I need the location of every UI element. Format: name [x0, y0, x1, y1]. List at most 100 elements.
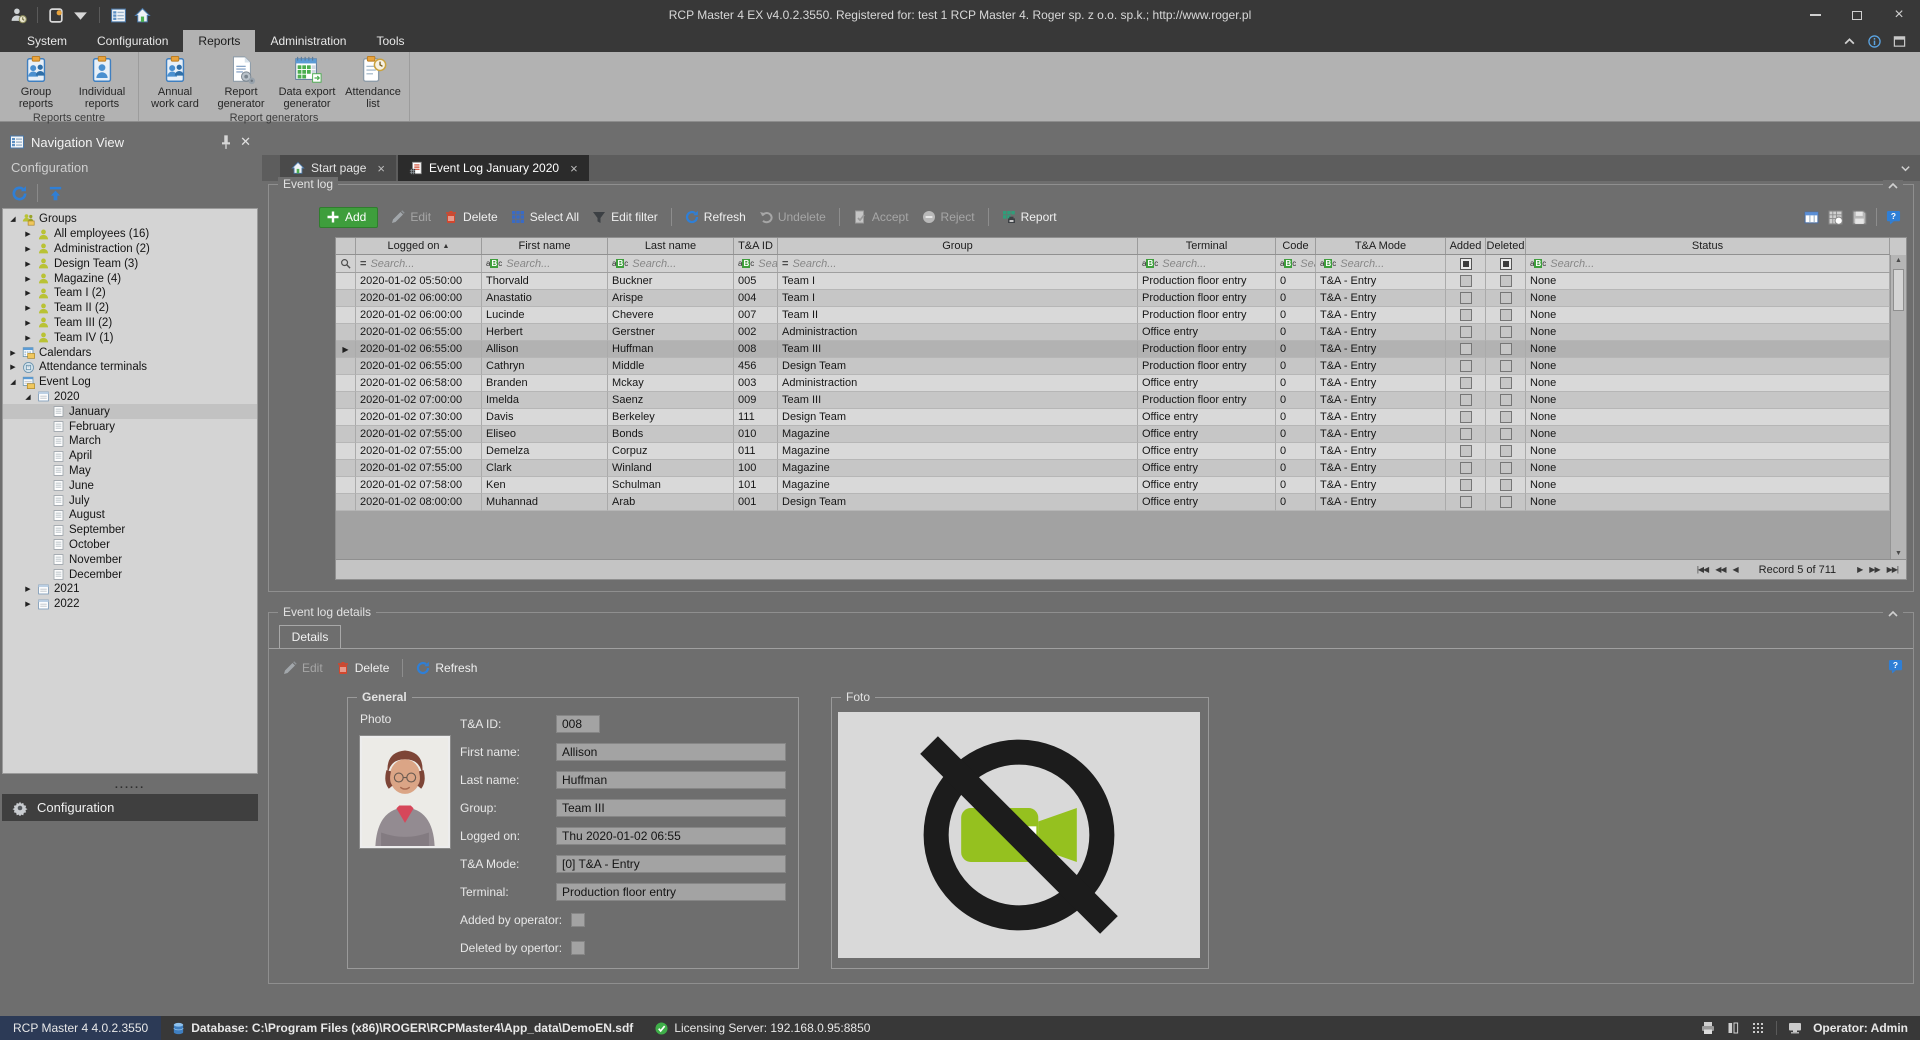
tree-expander-icon[interactable]: ▶ [23, 600, 33, 608]
user-clock-icon[interactable] [10, 7, 27, 24]
filter-cell-status[interactable]: aBcSearch... [1526, 255, 1890, 272]
field-checkbox[interactable] [571, 941, 585, 955]
row-checkbox[interactable] [1460, 411, 1472, 423]
table-row[interactable]: ▶2020-01-02 06:55:00AllisonHuffman008Tea… [336, 341, 1890, 358]
tree-item-groups[interactable]: ◢Groups [3, 212, 257, 227]
close-panel-icon[interactable]: ✕ [240, 134, 251, 150]
add-button[interactable]: Add [319, 207, 378, 228]
row-checkbox[interactable] [1460, 428, 1472, 440]
first-record-button[interactable]: |◀◀ [1697, 565, 1708, 574]
pin-icon[interactable] [218, 134, 234, 150]
table-row[interactable]: 2020-01-02 05:50:00ThorvaldBuckner005Tea… [336, 273, 1890, 290]
row-checkbox[interactable] [1460, 377, 1472, 389]
column-header-first-name[interactable]: First name [482, 238, 608, 254]
ribbon-button-data-export-generator[interactable]: Data export generator [274, 55, 340, 111]
app-icon[interactable] [48, 7, 65, 24]
abc-filter-icon[interactable]: aBc [1320, 260, 1336, 268]
row-checkbox[interactable] [1460, 394, 1472, 406]
table-row[interactable]: 2020-01-02 07:55:00DemelzaCorpuz011Magaz… [336, 443, 1890, 460]
tree-item-september[interactable]: September [3, 523, 257, 538]
abc-filter-icon[interactable]: aBc [1530, 260, 1546, 268]
tree-item-april[interactable]: April [3, 449, 257, 464]
row-checkbox[interactable] [1500, 394, 1512, 406]
row-checkbox[interactable] [1500, 428, 1512, 440]
ribbon-button-report-generator[interactable]: Report generator [208, 55, 274, 111]
filter-checkbox[interactable] [1460, 258, 1472, 270]
table-row[interactable]: 2020-01-02 08:00:00MuhannadArab001Design… [336, 494, 1890, 511]
abc-filter-icon[interactable]: aBc [486, 260, 502, 268]
menu-tab-tools[interactable]: Tools [361, 30, 419, 52]
row-checkbox[interactable] [1500, 309, 1512, 321]
column-header-t-a-id[interactable]: T&A ID [734, 238, 778, 254]
window-icon[interactable] [1893, 35, 1906, 48]
tree-item-calendars[interactable]: ▶Calendars [3, 345, 257, 360]
menu-tab-configuration[interactable]: Configuration [82, 30, 183, 52]
last-record-button[interactable]: ▶▶| [1887, 565, 1898, 574]
tree-expander-icon[interactable]: ◢ [23, 393, 33, 401]
column-header-status[interactable]: Status [1526, 238, 1890, 254]
filter-cell-code[interactable]: aBcSea... [1276, 255, 1316, 272]
next-record-button[interactable]: ▶ [1857, 565, 1862, 574]
minimize-button[interactable] [1794, 0, 1836, 30]
filter-cell-terminal[interactable]: aBcSearch... [1138, 255, 1276, 272]
row-checkbox[interactable] [1500, 479, 1512, 491]
tree-item-august[interactable]: August [3, 508, 257, 523]
filter-checkbox[interactable] [1500, 258, 1512, 270]
field-input-last-name[interactable]: Huffman [556, 771, 786, 789]
tree-item-2021[interactable]: ▶2021 [3, 582, 257, 597]
tree-expander-icon[interactable]: ◢ [8, 215, 18, 223]
row-checkbox[interactable] [1460, 309, 1472, 321]
field-input-first-name[interactable]: Allison [556, 743, 786, 761]
column-header-logged-on[interactable]: Logged on▲ [356, 238, 482, 254]
tree-item-all-employees-16[interactable]: ▶All employees (16) [3, 227, 257, 242]
scroll-down-icon[interactable]: ▼ [1891, 550, 1906, 557]
refresh-tree-icon[interactable] [11, 185, 28, 202]
tab-close-icon[interactable]: × [570, 161, 578, 176]
filter-cell-logged-on[interactable]: =Search... [356, 255, 482, 272]
equals-filter-icon[interactable]: = [782, 258, 788, 270]
collapse-ribbon-icon[interactable] [1843, 35, 1856, 48]
select-all-button[interactable]: Select All [511, 210, 579, 224]
field-input-logged-on[interactable]: Thu 2020-01-02 06:55 [556, 827, 786, 845]
tab-list-icon[interactable] [1900, 163, 1911, 174]
caret-down-icon[interactable] [72, 7, 89, 24]
ribbon-button-annual-work-card[interactable]: Annual work card [142, 55, 208, 111]
column-header-added[interactable]: Added [1446, 238, 1486, 254]
tree-expander-icon[interactable]: ▶ [23, 334, 33, 342]
splitter-handle[interactable]: ...... [2, 780, 258, 790]
tree-item-march[interactable]: March [3, 434, 257, 449]
field-input-t-a-mode[interactable]: [0] T&A - Entry [556, 855, 786, 873]
collapse-groupbox-icon[interactable] [1883, 608, 1903, 620]
row-checkbox[interactable] [1460, 326, 1472, 338]
info-icon[interactable] [1868, 35, 1881, 48]
scroll-up-icon[interactable]: ▲ [1891, 257, 1906, 264]
tree-expander-icon[interactable]: ▶ [23, 319, 33, 327]
tree-item-october[interactable]: October [3, 538, 257, 553]
tree-expander-icon[interactable]: ▶ [8, 363, 18, 371]
abc-filter-icon[interactable]: aBc [612, 260, 628, 268]
ribbon-button-group-reports[interactable]: Group reports [3, 55, 69, 111]
abc-filter-icon[interactable]: aBc [738, 260, 754, 268]
row-checkbox[interactable] [1460, 496, 1472, 508]
tree-item-january[interactable]: January [3, 404, 257, 419]
table-row[interactable]: 2020-01-02 07:58:00KenSchulman101Magazin… [336, 477, 1890, 494]
document-tab-event-log-january-2020[interactable]: Event Log January 2020× [398, 155, 589, 181]
tree-expander-icon[interactable]: ◢ [8, 378, 18, 386]
menu-tab-system[interactable]: System [12, 30, 82, 52]
collapse-all-icon[interactable] [47, 185, 64, 202]
table-row[interactable]: 2020-01-02 07:30:00DavisBerkeley111Desig… [336, 409, 1890, 426]
tree-item-magazine-4[interactable]: ▶Magazine (4) [3, 271, 257, 286]
close-button[interactable]: × [1878, 0, 1920, 30]
report-button[interactable]: Report [1002, 210, 1057, 224]
prev-page-button[interactable]: ◀◀ [1715, 565, 1725, 574]
tree-item-june[interactable]: June [3, 478, 257, 493]
column-header-code[interactable]: Code [1276, 238, 1316, 254]
tree-item-team-ii-2[interactable]: ▶Team II (2) [3, 301, 257, 316]
row-checkbox[interactable] [1500, 343, 1512, 355]
tree-item-december[interactable]: December [3, 567, 257, 582]
column-chooser-icon[interactable] [1804, 210, 1819, 225]
printer-icon[interactable] [1701, 1021, 1715, 1035]
filter-cell-last-name[interactable]: aBcSearch... [608, 255, 734, 272]
delete-button[interactable]: Delete [336, 661, 390, 675]
row-checkbox[interactable] [1500, 360, 1512, 372]
